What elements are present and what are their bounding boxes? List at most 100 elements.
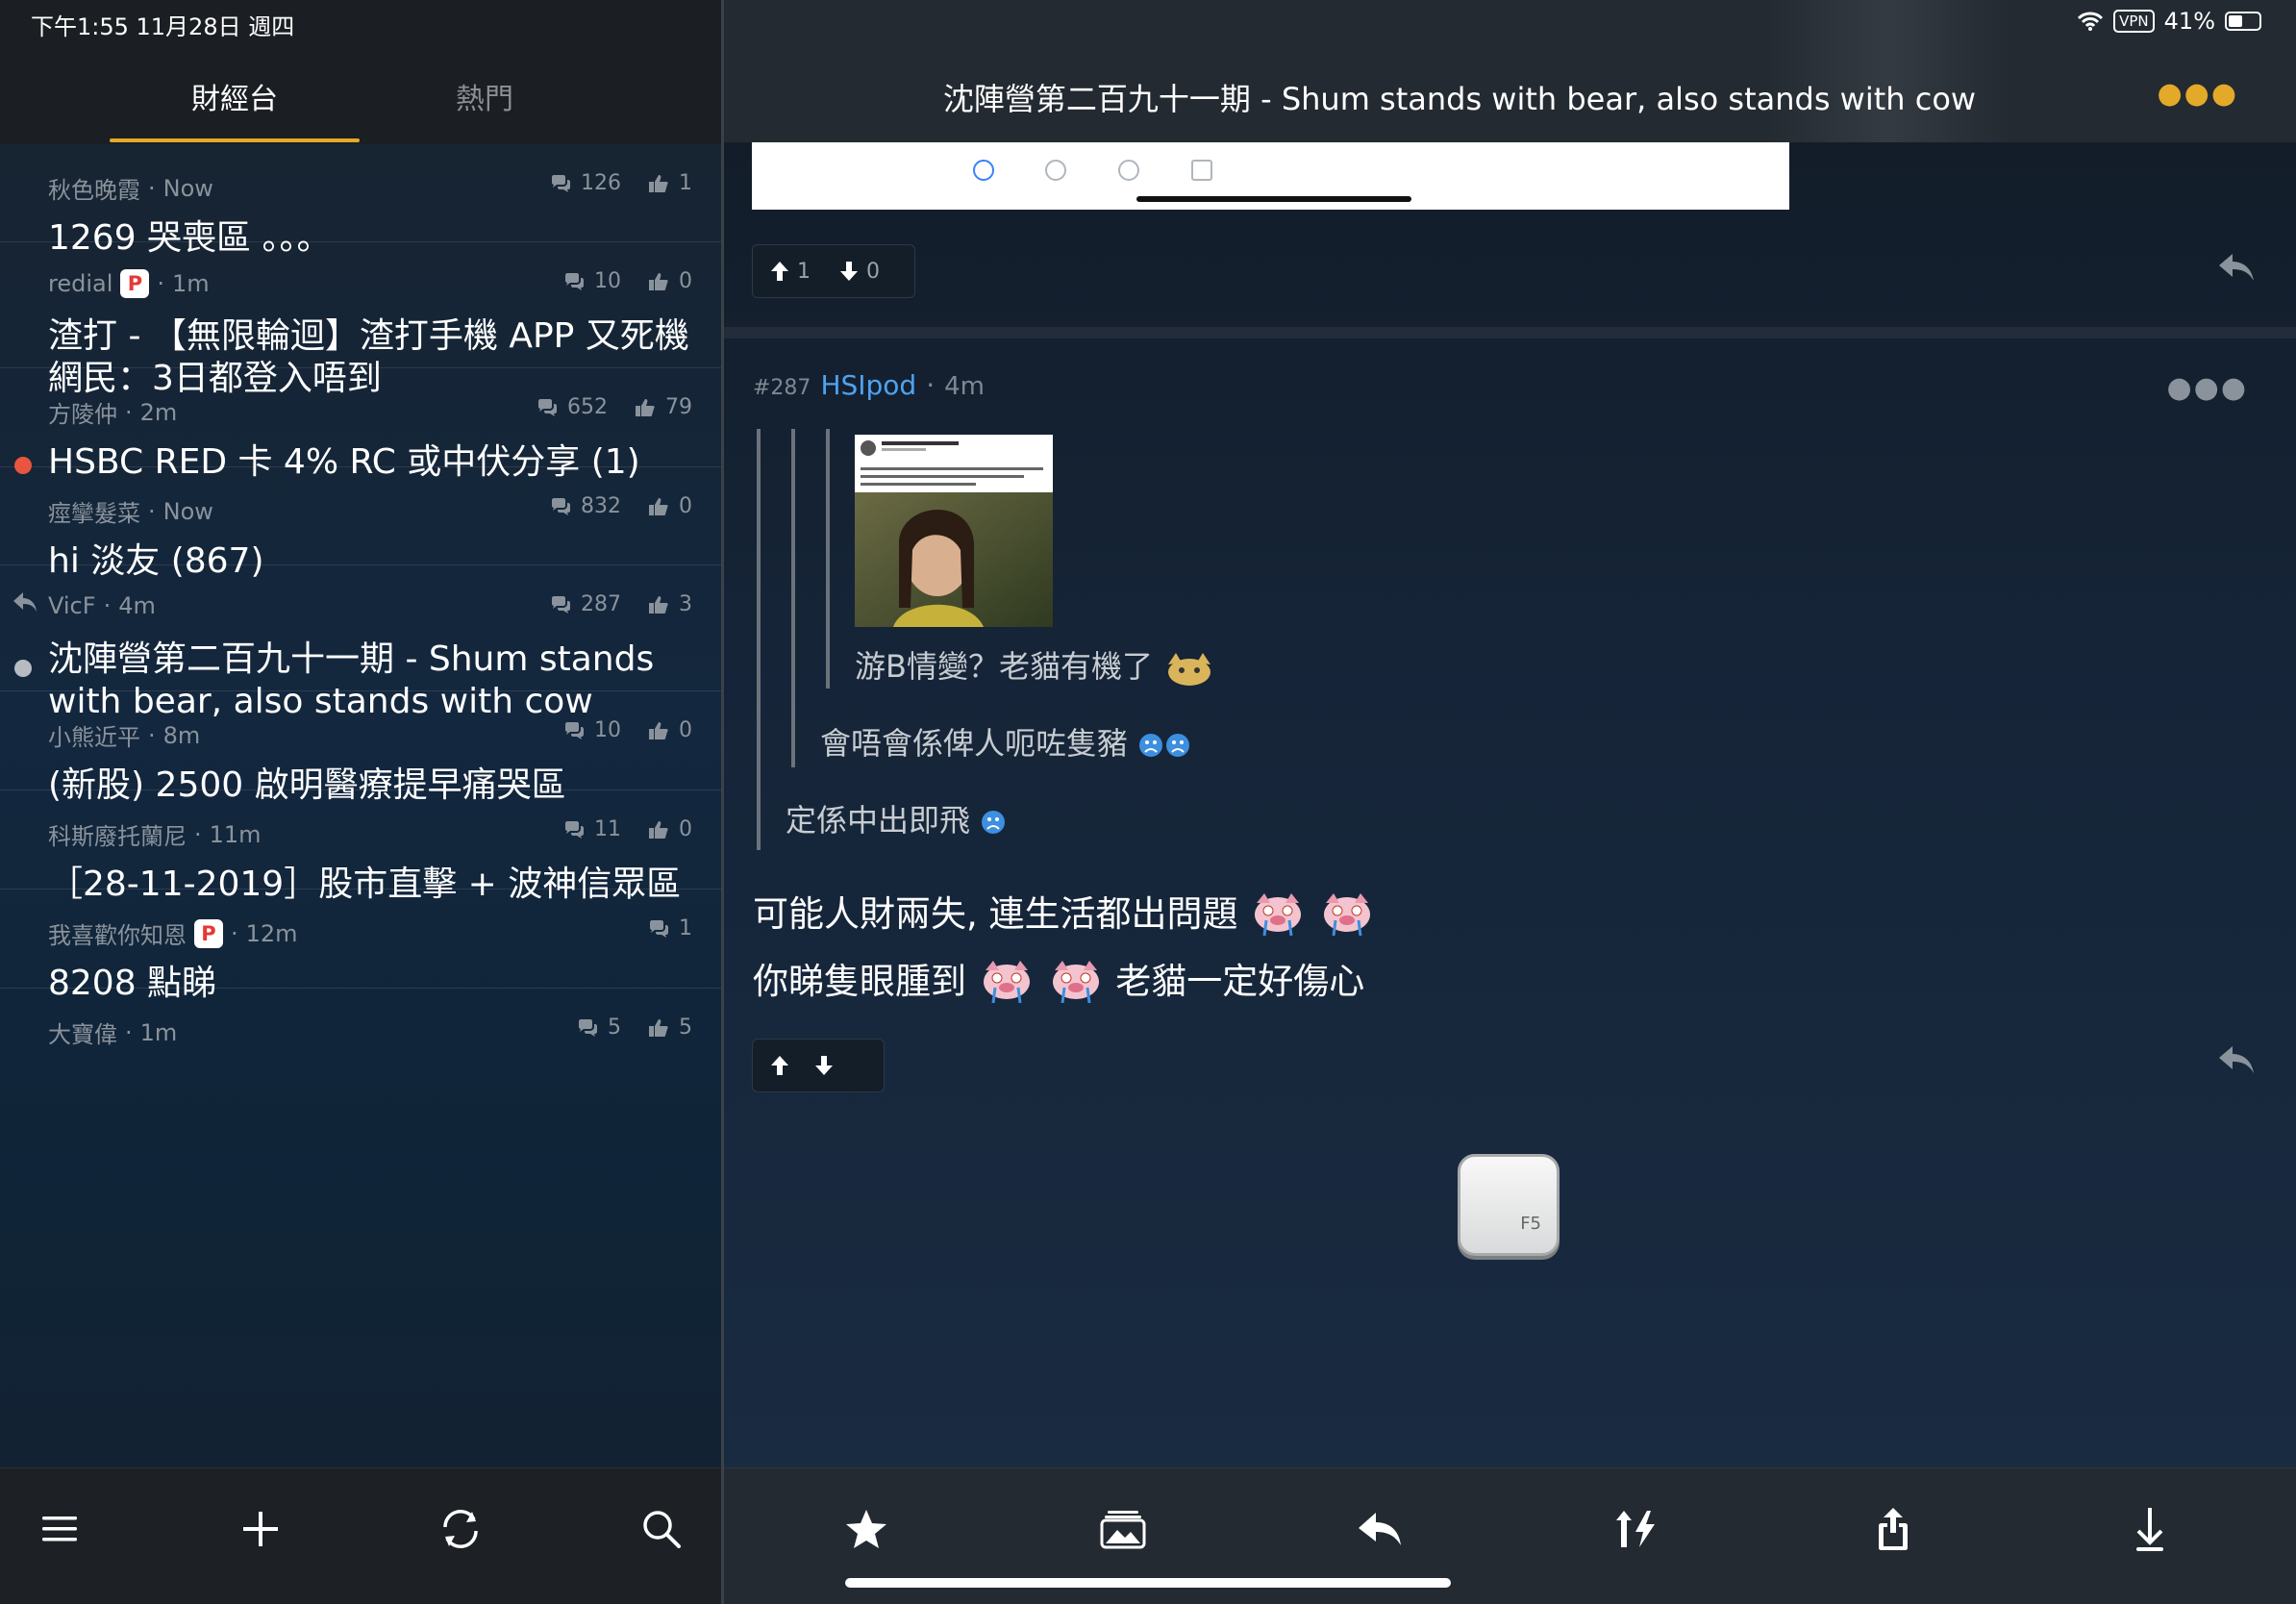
thread-time: Now bbox=[162, 497, 213, 525]
thread-author[interactable]: redial bbox=[48, 270, 112, 297]
thumbs-up-icon bbox=[649, 721, 668, 739]
thread-row[interactable]: 大寶偉 · 1m 5 5 bbox=[0, 989, 721, 1049]
comment-icon bbox=[538, 398, 557, 416]
thread-row[interactable]: 痙攣髮菜 · Now 832 0 hi 淡友 (867) bbox=[0, 467, 721, 581]
reply-count: 10 bbox=[594, 269, 621, 293]
thread-time: 12m bbox=[245, 919, 298, 947]
thread-author[interactable]: 小熊近平 bbox=[48, 718, 140, 752]
more-options-icon[interactable]: ●●● bbox=[2157, 77, 2238, 111]
refresh-icon[interactable] bbox=[427, 1495, 494, 1563]
thread-author[interactable]: VicF bbox=[48, 592, 96, 619]
thread-list-pane: 下午1:55 11月28日 週四 財經台 熱門 秋色晚霞 · Now 126 1 1269… bbox=[0, 0, 721, 1604]
thread-stats: 126 1 bbox=[550, 171, 692, 195]
thread-author[interactable]: 大寶偉 bbox=[48, 1015, 117, 1049]
comment-icon bbox=[552, 595, 570, 614]
reply-icon[interactable] bbox=[2212, 1040, 2260, 1079]
right-toolbar bbox=[724, 1467, 2296, 1604]
thread-author[interactable]: 科斯廢托蘭尼 bbox=[48, 817, 187, 851]
gallery-icon[interactable] bbox=[1089, 1495, 1157, 1563]
comment-icon bbox=[565, 721, 584, 739]
reply-icon[interactable] bbox=[1346, 1495, 1413, 1563]
post-more-icon[interactable]: ●●● bbox=[2166, 371, 2248, 405]
star-icon[interactable] bbox=[833, 1495, 900, 1563]
upvote-button[interactable] bbox=[770, 1055, 789, 1076]
thread-row[interactable]: VicF · 4m 287 3 沈陣營第二百九十一期 - Shum stands with… bbox=[0, 565, 721, 721]
upvote-count: 1 bbox=[797, 259, 811, 284]
downvote-button[interactable] bbox=[814, 1055, 834, 1076]
like-count: 0 bbox=[679, 494, 692, 518]
thread-meta: VicF · 4m bbox=[48, 592, 156, 619]
replied-icon bbox=[13, 592, 37, 612]
thumbs-up-icon bbox=[649, 820, 668, 839]
thread-stats: 10 0 bbox=[563, 718, 692, 742]
post-body-line-2: 你睇隻眼腫到 老貓一定好傷心 bbox=[753, 952, 1364, 1009]
home-indicator[interactable] bbox=[845, 1578, 1451, 1588]
thread-title: 沈陣營第二百九十一期 - Shum stands with bear, also… bbox=[942, 81, 1977, 117]
post-author[interactable]: HSIpod bbox=[820, 369, 916, 401]
thread-row[interactable]: redial P · 1m 10 0 渣打 - 【無限輪迴】渣打手機 APP 又死機 網民：… bbox=[0, 242, 721, 398]
thread-time: 8m bbox=[162, 721, 201, 749]
thread-meta: 痙攣髮菜 · Now bbox=[48, 494, 213, 528]
prev-vote-box: 1 0 bbox=[752, 244, 915, 298]
thread-author[interactable]: 方陵仲 bbox=[48, 395, 117, 429]
previous-post-image[interactable] bbox=[752, 142, 1789, 210]
thread-author[interactable]: 我喜歡你知恩 bbox=[48, 916, 187, 950]
quote-mid-text: 會唔會係俾人呃咗隻豬 bbox=[820, 719, 1191, 764]
thumbs-up-icon bbox=[649, 595, 668, 614]
thread-author[interactable]: 痙攣髮菜 bbox=[48, 494, 140, 528]
post-separator bbox=[724, 327, 2296, 338]
menu-icon[interactable] bbox=[26, 1495, 93, 1563]
reply-count: 1 bbox=[679, 916, 692, 940]
tab-finance[interactable]: 財經台 bbox=[110, 75, 360, 117]
like-count: 0 bbox=[679, 718, 692, 742]
refresh-f5-button[interactable]: F5 bbox=[1458, 1154, 1560, 1256]
thread-stats: 832 0 bbox=[550, 494, 692, 518]
status-time-date: 下午1:55 11月28日 週四 bbox=[31, 13, 295, 40]
like-count: 0 bbox=[679, 817, 692, 841]
crying-pig-icon bbox=[1324, 892, 1371, 936]
search-icon[interactable] bbox=[628, 1495, 695, 1563]
download-icon[interactable] bbox=[2116, 1495, 2184, 1563]
thread-row[interactable]: 科斯廢托蘭尼 · 11m 11 0 ［28-11-2019］股市直擊 + 波神信眾區 bbox=[0, 790, 721, 904]
crying-pig-icon bbox=[1255, 892, 1302, 936]
like-count: 5 bbox=[679, 1015, 692, 1040]
thumbs-up-icon bbox=[649, 497, 668, 515]
thumbs-up-icon bbox=[649, 174, 668, 192]
reply-count: 832 bbox=[581, 494, 621, 518]
share-icon[interactable] bbox=[1859, 1495, 1927, 1563]
unread-indicator bbox=[14, 660, 32, 677]
like-count: 3 bbox=[679, 592, 692, 616]
quoted-facebook-screenshot[interactable] bbox=[855, 435, 1053, 627]
arrow-down-icon bbox=[815, 1056, 833, 1075]
thread-row[interactable]: 我喜歡你知恩 P · 12m 1 8208 點睇 bbox=[0, 890, 721, 1003]
comment-icon bbox=[565, 272, 584, 290]
thread-row[interactable]: 方陵仲 · 2m 652 79 HSBC RED 卡 4% RC 或中伏分享 (1) bbox=[0, 368, 721, 482]
post-body-line-1: 可能人財兩失, 連生活都出問題 bbox=[753, 885, 1376, 941]
thread-time: 1m bbox=[139, 1018, 178, 1046]
downvote-count: 0 bbox=[866, 259, 880, 284]
comment-icon bbox=[565, 820, 584, 839]
crying-pig-icon bbox=[1052, 960, 1099, 1003]
reply-count: 11 bbox=[594, 817, 621, 841]
downvote-button[interactable]: 0 bbox=[839, 260, 880, 284]
thread-stats: 1 bbox=[648, 916, 692, 940]
thread-row[interactable]: 小熊近平 · 8m 10 0 (新股) 2500 啟明醫療提早痛哭區 bbox=[0, 691, 721, 805]
thread-meta: 方陵仲 · 2m bbox=[48, 395, 177, 429]
thread-time: 11m bbox=[209, 820, 262, 848]
sort-icon[interactable] bbox=[1603, 1495, 1670, 1563]
reply-icon[interactable] bbox=[2212, 248, 2260, 287]
thread-stats: 652 79 bbox=[537, 395, 692, 419]
upvote-button[interactable]: 1 bbox=[770, 260, 811, 284]
thread-author[interactable]: 秋色晚霞 bbox=[48, 171, 140, 205]
plus-icon[interactable] bbox=[227, 1495, 294, 1563]
thread-row[interactable]: 秋色晚霞 · Now 126 1 1269 哭喪區 。。。 bbox=[0, 144, 721, 258]
comment-icon bbox=[579, 1018, 597, 1037]
reply-count: 5 bbox=[608, 1015, 621, 1040]
f5-label: F5 bbox=[1520, 1214, 1541, 1234]
thread-stats: 55 bbox=[577, 1015, 692, 1040]
post-time: 4m bbox=[944, 372, 985, 401]
tab-hot[interactable]: 熱門 bbox=[360, 75, 610, 117]
right-header: 沈陣營第二百九十一期 - Shum stands with bear, also… bbox=[724, 0, 2296, 142]
p-badge: P bbox=[120, 269, 150, 298]
thread-time: Now bbox=[162, 174, 213, 202]
